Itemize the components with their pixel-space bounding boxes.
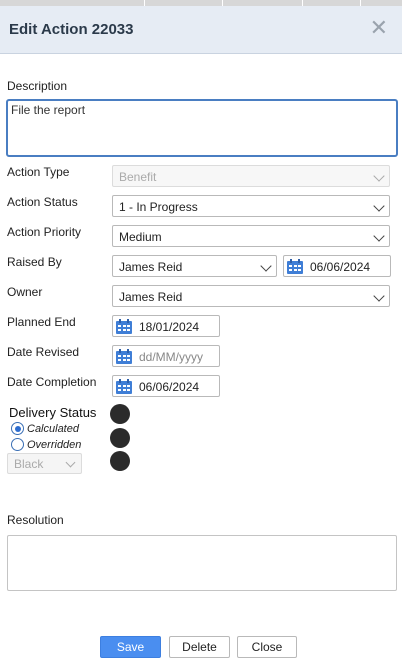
calendar-icon[interactable] [287, 259, 303, 274]
dialog-header: Edit Action 22033 ✕ [0, 6, 402, 54]
action-priority-value: Medium [119, 230, 162, 244]
radio-button-unchecked[interactable] [11, 438, 24, 451]
raised-by-label: Raised By [7, 255, 62, 269]
action-type-label: Action Type [7, 165, 70, 179]
delivery-status-title: Delivery Status [9, 405, 97, 420]
owner-label: Owner [7, 285, 43, 299]
action-type-value: Benefit [119, 170, 157, 184]
date-completion-field[interactable]: 06/06/2024 [112, 375, 220, 397]
raised-date-field[interactable]: 06/06/2024 [283, 255, 391, 277]
radio-button-checked[interactable] [11, 422, 24, 435]
date-revised-label: Date Revised [7, 345, 80, 359]
description-textarea[interactable]: File the report [6, 99, 398, 157]
action-priority-select[interactable]: Medium [112, 225, 390, 247]
close-icon[interactable]: ✕ [370, 16, 388, 40]
dialog-title: Edit Action 22033 [9, 21, 134, 38]
chevron-down-icon [373, 170, 385, 182]
planned-end-value: 18/01/2024 [139, 320, 200, 334]
status-indicator-dot [110, 428, 130, 448]
date-revised-placeholder: dd/MM/yyyy [139, 350, 204, 364]
chevron-down-icon [260, 260, 272, 272]
resolution-label: Resolution [7, 513, 64, 527]
chevron-down-icon [373, 200, 385, 212]
resolution-textarea[interactable] [7, 535, 397, 591]
owner-value: James Reid [119, 290, 183, 304]
status-color-select: Black [7, 453, 82, 474]
raised-by-select[interactable]: James Reid [112, 255, 277, 277]
save-button[interactable]: Save [100, 636, 161, 658]
delete-button[interactable]: Delete [169, 636, 230, 658]
radio-overridden[interactable]: Overridden [11, 438, 81, 451]
action-priority-label: Action Priority [7, 225, 82, 239]
chevron-down-icon [373, 290, 385, 302]
action-status-value: 1 - In Progress [119, 200, 198, 214]
date-revised-field[interactable]: dd/MM/yyyy [112, 345, 220, 367]
description-label: Description [7, 79, 68, 93]
calendar-icon[interactable] [116, 319, 132, 334]
owner-select[interactable]: James Reid [112, 285, 390, 307]
action-status-select[interactable]: 1 - In Progress [112, 195, 390, 217]
calendar-icon[interactable] [116, 349, 132, 364]
raised-by-value: James Reid [119, 260, 183, 274]
planned-end-field[interactable]: 18/01/2024 [112, 315, 220, 337]
calendar-icon[interactable] [116, 379, 132, 394]
radio-calculated-label: Calculated [27, 422, 79, 435]
chevron-down-icon [373, 230, 385, 242]
planned-end-label: Planned End [7, 315, 76, 329]
close-button[interactable]: Close [237, 636, 297, 658]
radio-calculated[interactable]: Calculated [11, 422, 79, 435]
status-color-value: Black [14, 457, 44, 471]
raised-date-value: 06/06/2024 [310, 260, 371, 274]
chevron-down-icon [65, 457, 76, 468]
action-type-select: Benefit [112, 165, 390, 187]
action-status-label: Action Status [7, 195, 78, 209]
date-completion-value: 06/06/2024 [139, 380, 200, 394]
status-indicator-dot [110, 451, 130, 471]
status-indicator-dot [110, 404, 130, 424]
radio-overridden-label: Overridden [27, 438, 82, 451]
date-completion-label: Date Completion [7, 375, 97, 389]
